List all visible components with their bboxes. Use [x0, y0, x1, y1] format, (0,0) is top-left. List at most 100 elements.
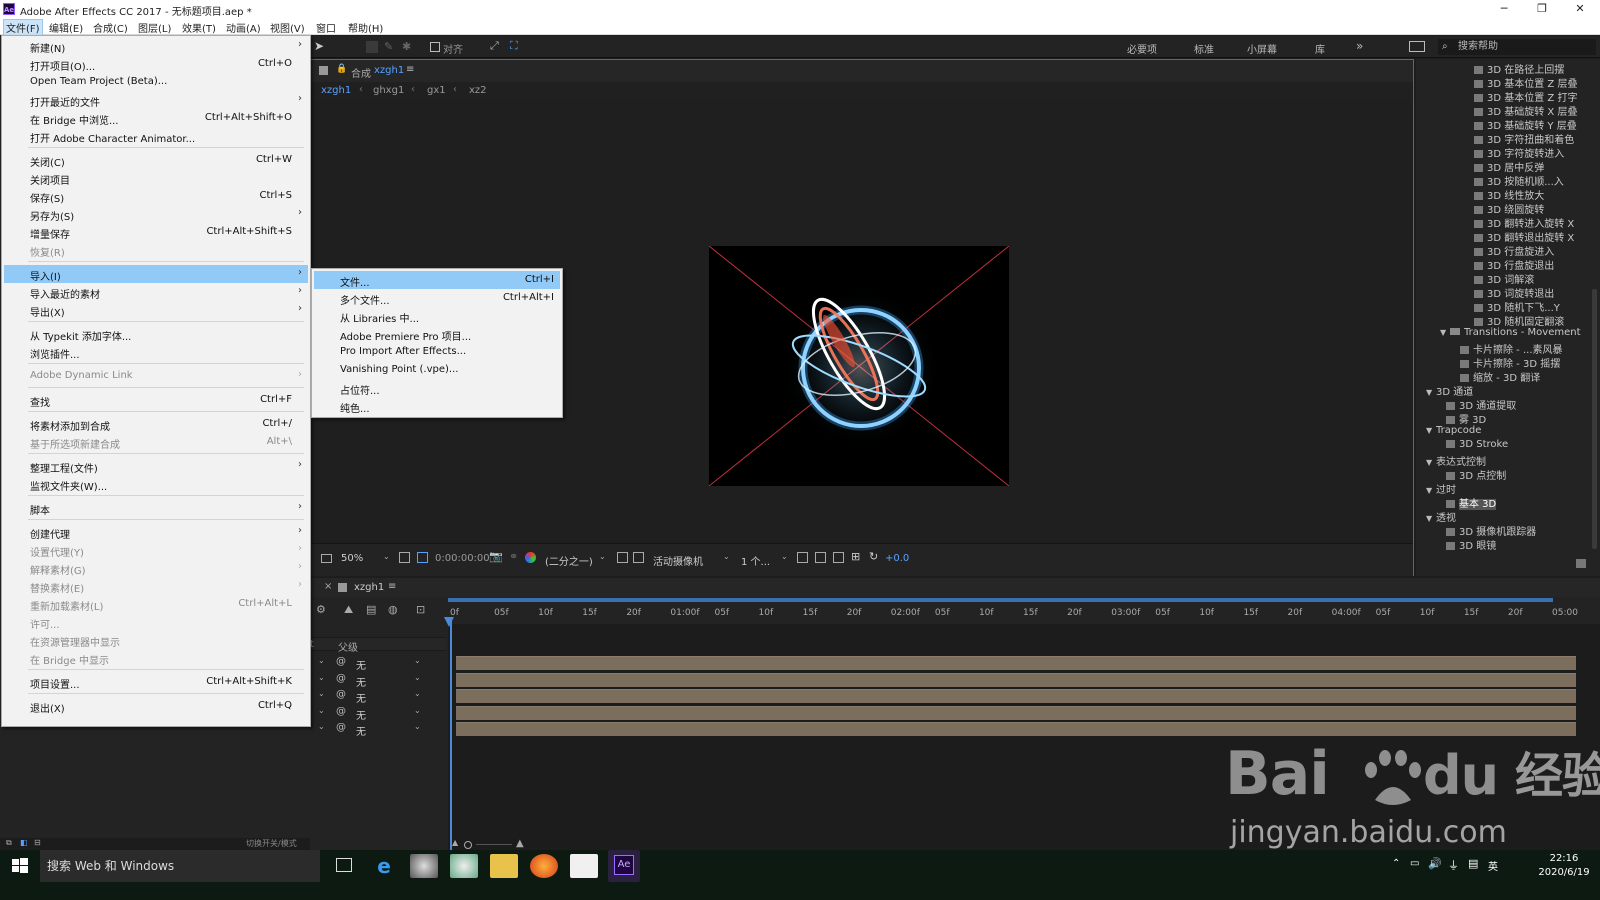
after-effects-taskbar-item[interactable]: Ae [608, 850, 640, 882]
effect-preset-item[interactable]: 3D 词旋转退出 [1474, 285, 1554, 300]
layer-row[interactable]: ⌄ @ 无 ⌄ [310, 688, 446, 705]
network-tray-icon[interactable]: ⏚ [1448, 857, 1459, 873]
file-menu-item[interactable]: Open Team Project (Beta)... [4, 73, 308, 91]
parent-select[interactable]: 无 [356, 657, 366, 672]
file-menu-item[interactable]: 导入最近的素材 › [4, 283, 308, 301]
file-menu-item[interactable]: 在 Bridge 中浏览... Ctrl+Alt+Shift+O [4, 109, 308, 127]
paint-icon[interactable] [570, 854, 598, 878]
file-menu-item[interactable]: 打开 Adobe Character Animator... [4, 127, 308, 145]
color-channels-icon[interactable] [525, 552, 536, 563]
layer-duration-bar[interactable] [456, 656, 1576, 670]
workspace-essentials[interactable]: 必要项 [1127, 41, 1157, 56]
puppet-tool-icon[interactable]: ✱ [402, 40, 411, 53]
file-menu-item[interactable]: 关闭(C) Ctrl+W [4, 151, 308, 169]
chevron-down-icon[interactable]: ⌄ [414, 656, 421, 665]
effect-item[interactable]: 3D 点控制 [1446, 467, 1506, 482]
effect-preset-item[interactable]: 缩放 - 3D 翻译 [1460, 369, 1540, 384]
effect-preset-item[interactable]: 3D 基本位置 Z 打字 [1474, 89, 1577, 104]
current-timecode[interactable]: 0:00:00:00 [435, 553, 490, 564]
start-button[interactable] [0, 850, 40, 882]
shape-tool-icon[interactable] [366, 41, 378, 53]
file-menu-item[interactable]: 关闭项目 [4, 169, 308, 187]
effects-scrollbar[interactable] [1592, 289, 1597, 549]
folder-icon[interactable]: ◧ [20, 838, 28, 847]
file-menu-item[interactable]: 退出(X) Ctrl+Q [4, 697, 308, 715]
menu-effect[interactable]: 效果(T) [180, 20, 218, 35]
chevron-down-icon[interactable]: ⌄ [599, 552, 606, 561]
project-icon[interactable]: ⧉ [6, 838, 12, 848]
file-menu-item[interactable]: 打开项目(O)... Ctrl+O [4, 55, 308, 73]
layer-row[interactable]: ⌄ @ 无 ⌄ [310, 672, 446, 689]
file-menu-item[interactable]: 浏览插件... [4, 343, 308, 361]
pick-whip-icon[interactable]: @ [336, 656, 346, 667]
chevron-down-icon[interactable]: ⌄ [318, 656, 325, 665]
layer-row[interactable]: ⌄ @ 无 ⌄ [310, 721, 446, 738]
edge-browser-icon[interactable]: e [370, 854, 398, 878]
resolution-select[interactable]: (二分之一) [545, 553, 593, 568]
snapshot-camera-icon[interactable]: 📷 [489, 550, 503, 563]
lock-icon[interactable]: 🔒 [336, 64, 347, 74]
chevron-down-icon[interactable]: ⌄ [318, 673, 325, 682]
show-hidden-icons[interactable]: ⌃ [1392, 858, 1400, 869]
file-menu-item[interactable]: 打开最近的文件 › [4, 91, 308, 109]
pick-whip-icon[interactable]: @ [336, 722, 346, 733]
help-search-input[interactable]: ⌕ 搜索帮助 [1438, 39, 1596, 55]
snap-option-icon[interactable]: ⤢ [490, 39, 499, 53]
effect-preset-item[interactable]: 3D 翻转退出旋转 X [1474, 229, 1574, 244]
chevron-down-icon[interactable]: ⌄ [414, 706, 421, 715]
task-view-icon[interactable] [336, 858, 352, 872]
parent-column-header[interactable]: 父级 [338, 639, 358, 654]
minimize-button[interactable]: ─ [1486, 1, 1522, 17]
layer-row[interactable]: ⌄ @ 无 ⌄ [310, 705, 446, 722]
import-menu-item[interactable]: 占位符... [314, 379, 560, 397]
close-tab-icon[interactable]: × [324, 581, 332, 592]
taskbar-clock[interactable]: 22:16 2020/6/19 [1534, 852, 1594, 880]
workspace-libraries[interactable]: 库 [1315, 41, 1325, 56]
selection-tool-icon[interactable]: ➤ [314, 39, 324, 53]
menu-help[interactable]: 帮助(H) [346, 20, 385, 35]
graph-editor-icon[interactable]: ⊡ [416, 603, 425, 616]
battery-icon[interactable]: ▭ [1410, 858, 1419, 869]
parent-select[interactable]: 无 [356, 723, 366, 738]
more-workspaces-icon[interactable]: » [1356, 39, 1363, 53]
motion-blur-icon[interactable]: ◍ [388, 603, 398, 616]
zoom-slider[interactable]: ▲ ▲ [452, 838, 534, 850]
import-menu-item[interactable]: Vanishing Point (.vpe)... [314, 361, 560, 379]
breadcrumb-item[interactable]: ghxg1 [373, 85, 404, 96]
show-snapshot-icon[interactable]: ⚭ [509, 550, 518, 563]
file-menu-item[interactable]: 查找 Ctrl+F [4, 391, 308, 409]
app-icon[interactable] [450, 854, 478, 878]
network-icon[interactable]: ⊞ [851, 550, 860, 563]
import-menu-item[interactable]: Pro Import After Effects... [314, 343, 560, 361]
effect-preset-item[interactable]: 3D 随机下飞...Y [1474, 299, 1560, 314]
notifications-icon[interactable]: ▤ [1468, 857, 1478, 870]
file-explorer-icon[interactable] [490, 854, 518, 878]
volume-icon[interactable]: 🔊 [1428, 857, 1442, 870]
import-menu-item[interactable]: 多个文件... Ctrl+Alt+I [314, 289, 560, 307]
expand-triangle-icon[interactable]: ▼ [1440, 328, 1450, 337]
zoom-in-icon[interactable]: ▲ [516, 838, 524, 849]
menu-window[interactable]: 窗口 [314, 20, 338, 35]
parent-select[interactable]: 无 [356, 707, 366, 722]
effect-preset-item[interactable]: 3D 随机固定翻滚 [1474, 313, 1564, 328]
effect-preset-item[interactable]: 3D 按随机顺...入 [1474, 173, 1564, 188]
breadcrumb-item[interactable]: xz2 [469, 85, 487, 96]
effect-preset-item[interactable]: 3D 行盘旋进入 [1474, 243, 1554, 258]
fast-previews-icon[interactable] [617, 552, 628, 563]
menu-layer[interactable]: 图层(L) [136, 20, 173, 35]
parent-select[interactable]: 无 [356, 674, 366, 689]
effect-category[interactable]: ▼ 过时 [1426, 481, 1456, 496]
effect-preset-item[interactable]: 3D 行盘旋退出 [1474, 257, 1554, 272]
file-menu-item[interactable]: 导入(I) › [4, 265, 308, 283]
effect-preset-item[interactable]: 3D 线性放大 [1474, 187, 1544, 202]
workspace-small-screen[interactable]: 小屏幕 [1247, 41, 1277, 56]
expand-triangle-icon[interactable]: ▼ [1426, 514, 1436, 523]
draft-3d-icon[interactable]: ⛰ [344, 603, 353, 617]
workspace-standard[interactable]: 标准 [1194, 41, 1214, 56]
zoom-out-icon[interactable]: ▲ [452, 838, 458, 847]
layer-duration-bar[interactable] [456, 689, 1576, 703]
expand-triangle-icon[interactable]: ▼ [1426, 388, 1436, 397]
effect-preset-item[interactable]: 3D 基本位置 Z 层叠 [1474, 75, 1577, 90]
file-menu-item[interactable]: 导出(X) › [4, 301, 308, 319]
toggle-pixel-aspect-icon[interactable] [797, 552, 808, 563]
